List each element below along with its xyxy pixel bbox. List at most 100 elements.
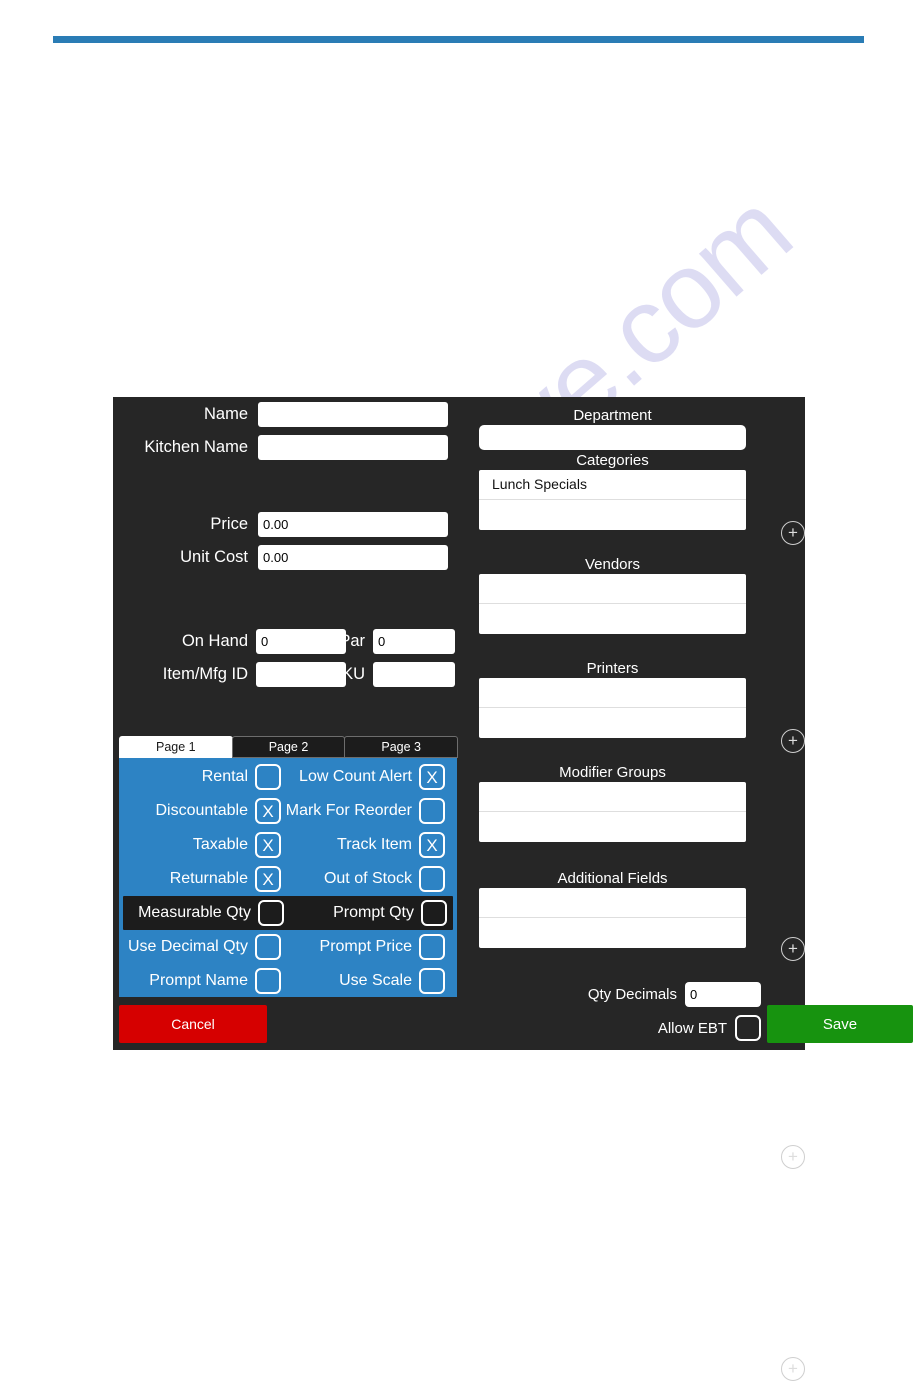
option-cell-returnable[interactable]: Returnable X	[119, 862, 285, 896]
department-block: Department	[479, 406, 746, 450]
option-row: Returnable X Out of Stock	[119, 862, 457, 896]
returnable-checkbox[interactable]: X	[255, 866, 281, 892]
option-cell-use-decimal-qty[interactable]: Use Decimal Qty	[119, 930, 285, 964]
printers-block: Printers +	[479, 659, 805, 961]
list-item[interactable]	[479, 888, 746, 918]
out-of-stock-checkbox[interactable]	[419, 866, 445, 892]
kitchen-name-label: Kitchen Name	[144, 438, 248, 456]
list-item[interactable]	[479, 782, 746, 812]
option-row: Use Decimal Qty Prompt Price	[119, 930, 457, 964]
add-additional-field-plus-icon[interactable]: +	[781, 1357, 805, 1381]
par-input[interactable]	[373, 629, 455, 654]
prompt-price-label: Prompt Price	[319, 938, 412, 955]
field-row-kitchen-name: Kitchen Name	[113, 435, 448, 460]
list-item[interactable]	[479, 574, 746, 604]
prompt-name-label: Prompt Name	[149, 972, 248, 989]
mark-for-reorder-checkbox[interactable]	[419, 798, 445, 824]
left-column: Name Kitchen Name Price Unit Cost On Han…	[113, 397, 461, 1050]
list-item[interactable]	[479, 604, 746, 634]
additional-fields-title: Additional Fields	[557, 870, 668, 887]
unit-cost-input[interactable]	[258, 545, 448, 570]
cancel-button[interactable]: Cancel	[119, 1005, 267, 1043]
kitchen-name-input[interactable]	[258, 435, 448, 460]
track-item-checkbox[interactable]: X	[419, 832, 445, 858]
name-input[interactable]	[258, 402, 448, 427]
on-hand-label: On Hand	[181, 632, 248, 650]
vendors-list[interactable]	[479, 574, 746, 634]
allow-ebt-label: Allow EBT	[657, 1019, 727, 1037]
option-cell-prompt-price[interactable]: Prompt Price	[285, 930, 451, 964]
rental-label: Rental	[201, 768, 248, 785]
use-scale-checkbox[interactable]	[419, 968, 445, 994]
allow-ebt-checkbox[interactable]	[735, 1015, 761, 1041]
tab-page-3[interactable]: Page 3	[344, 736, 459, 758]
list-item[interactable]	[479, 500, 746, 530]
right-column: Department Categories Lunch Specials + V…	[461, 397, 913, 1381]
option-cell-measurable-qty[interactable]: Measurable Qty	[123, 896, 288, 930]
use-scale-label: Use Scale	[339, 972, 412, 989]
vendors-title: Vendors	[584, 556, 641, 573]
prompt-qty-checkbox[interactable]	[421, 900, 447, 926]
out-of-stock-label: Out of Stock	[323, 870, 412, 887]
department-input[interactable]	[479, 425, 746, 450]
option-cell-mark-for-reorder[interactable]: Mark For Reorder	[285, 794, 451, 828]
price-input[interactable]	[258, 512, 448, 537]
additional-fields-list[interactable]	[479, 888, 746, 948]
option-cell-taxable[interactable]: Taxable X	[119, 828, 285, 862]
page-tabs: Page 1 Page 2 Page 3	[119, 736, 459, 758]
list-item[interactable]	[479, 708, 746, 738]
modifier-groups-list[interactable]	[479, 782, 746, 842]
mark-for-reorder-label: Mark For Reorder	[285, 802, 412, 819]
categories-list[interactable]: Lunch Specials	[479, 470, 746, 530]
option-cell-prompt-qty[interactable]: Prompt Qty	[288, 896, 453, 930]
field-row-unit-cost: Unit Cost	[113, 545, 448, 570]
modifier-groups-title: Modifier Groups	[559, 764, 666, 781]
use-decimal-qty-label: Use Decimal Qty	[127, 938, 248, 955]
add-printer-plus-icon[interactable]: +	[781, 937, 805, 961]
name-label: Name	[203, 405, 248, 423]
rental-checkbox[interactable]	[255, 764, 281, 790]
add-vendor-plus-icon[interactable]: +	[781, 729, 805, 753]
option-cell-discountable[interactable]: Discountable X	[119, 794, 285, 828]
list-item[interactable]	[479, 812, 746, 842]
tab-page-2[interactable]: Page 2	[231, 736, 346, 758]
option-cell-low-count-alert[interactable]: Low Count Alert X	[285, 760, 451, 794]
option-cell-use-scale[interactable]: Use Scale	[285, 964, 451, 998]
list-item[interactable]: Lunch Specials	[479, 470, 746, 500]
option-cell-track-item[interactable]: Track Item X	[285, 828, 451, 862]
option-cell-prompt-name[interactable]: Prompt Name	[119, 964, 285, 998]
printers-list[interactable]	[479, 678, 746, 738]
qty-decimals-input[interactable]	[685, 982, 761, 1007]
sku-input[interactable]	[373, 662, 455, 687]
field-row-on-hand: On Hand	[143, 629, 346, 654]
low-count-alert-checkbox[interactable]: X	[419, 764, 445, 790]
discountable-checkbox[interactable]: X	[255, 798, 281, 824]
use-decimal-qty-checkbox[interactable]	[255, 934, 281, 960]
add-category-plus-icon[interactable]: +	[781, 521, 805, 545]
returnable-label: Returnable	[169, 870, 248, 887]
option-cell-rental[interactable]: Rental	[119, 760, 285, 794]
field-row-item-mfg-id: Item/Mfg ID	[143, 662, 346, 687]
prompt-price-checkbox[interactable]	[419, 934, 445, 960]
low-count-alert-label: Low Count Alert	[299, 768, 412, 785]
save-button[interactable]: Save	[767, 1005, 913, 1043]
option-row: Discountable X Mark For Reorder	[119, 794, 457, 828]
option-cell-out-of-stock[interactable]: Out of Stock	[285, 862, 451, 896]
option-row-highlighted: Measurable Qty Prompt Qty	[123, 896, 453, 930]
item-mfg-id-label: Item/Mfg ID	[162, 665, 248, 683]
measurable-qty-checkbox[interactable]	[258, 900, 284, 926]
price-label: Price	[210, 515, 248, 533]
list-item[interactable]	[479, 918, 746, 948]
prompt-name-checkbox[interactable]	[255, 968, 281, 994]
unit-cost-label: Unit Cost	[180, 548, 248, 566]
tab-page-1[interactable]: Page 1	[119, 736, 233, 758]
discountable-label: Discountable	[155, 802, 249, 819]
taxable-label: Taxable	[192, 836, 248, 853]
additional-fields-block: Additional Fields +	[479, 869, 805, 1381]
taxable-checkbox[interactable]: X	[255, 832, 281, 858]
field-row-sku: SKU	[323, 662, 455, 687]
add-modifier-group-plus-icon[interactable]: +	[781, 1145, 805, 1169]
modifier-groups-block: Modifier Groups +	[479, 763, 805, 1169]
option-row: Taxable X Track Item X	[119, 828, 457, 862]
list-item[interactable]	[479, 678, 746, 708]
